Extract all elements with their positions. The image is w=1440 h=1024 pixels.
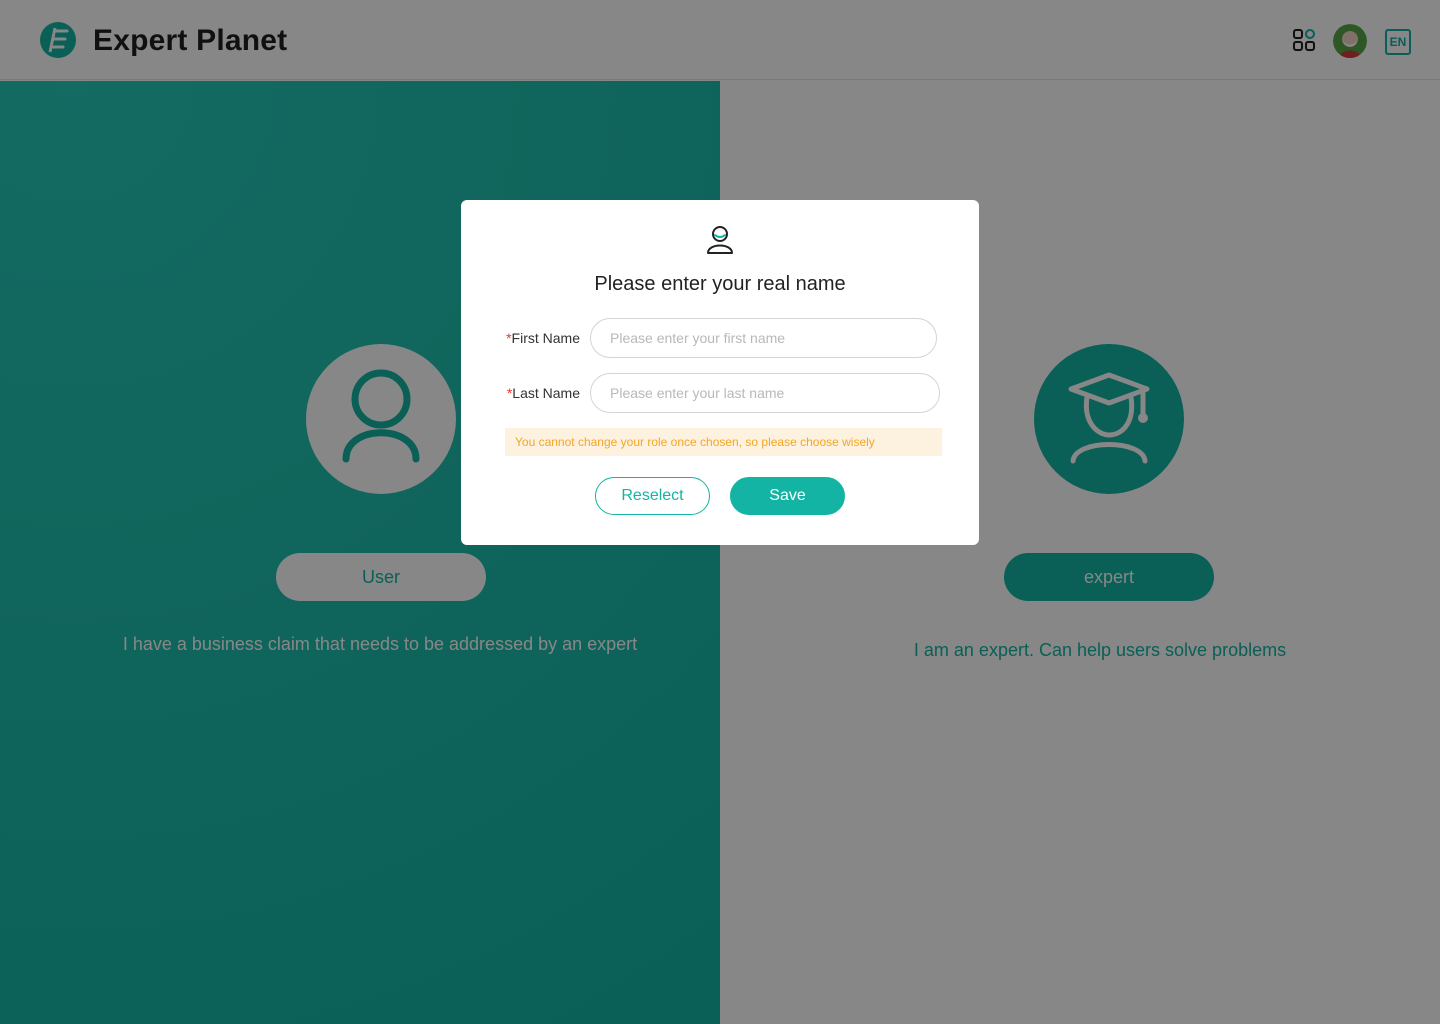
last-name-label-text: Last Name [512,385,580,401]
save-button[interactable]: Save [730,477,845,515]
person-icon [707,226,733,254]
first-name-label: *First Name [480,329,580,347]
first-name-input[interactable] [590,318,937,358]
real-name-dialog: Please enter your real name *First Name … [461,200,979,545]
dialog-title: Please enter your real name [594,273,846,295]
role-warning-message: You cannot change your role once chosen,… [505,428,942,456]
last-name-input[interactable] [590,373,940,413]
reselect-button[interactable]: Reselect [595,477,710,515]
last-name-label: *Last Name [480,384,580,402]
first-name-label-text: First Name [511,330,580,346]
